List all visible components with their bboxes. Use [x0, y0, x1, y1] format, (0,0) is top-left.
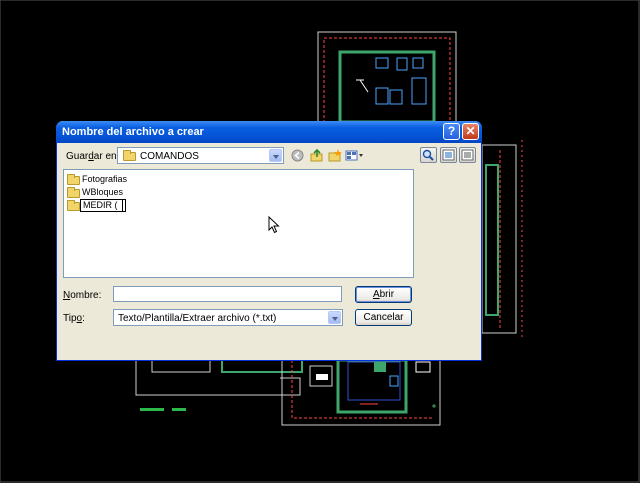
dialog-title-bar[interactable]: Nombre del archivo a crear ? ✕: [56, 121, 482, 143]
cancel-button[interactable]: Cancelar: [355, 309, 412, 326]
folder-icon: [67, 174, 80, 185]
file-type-value: Texto/Plantilla/Extraer archivo (*.txt): [118, 313, 277, 324]
tools-icon[interactable]: [459, 147, 476, 163]
chevron-down-icon[interactable]: [269, 149, 282, 162]
file-name-input[interactable]: [113, 286, 342, 302]
search-icon[interactable]: [420, 147, 437, 163]
folder-name: WBloques: [82, 187, 124, 197]
new-folder-icon[interactable]: [327, 149, 342, 163]
views-icon[interactable]: [345, 149, 365, 163]
up-folder-icon[interactable]: [309, 148, 324, 163]
file-type-combo[interactable]: Texto/Plantilla/Extraer archivo (*.txt): [113, 309, 343, 326]
current-folder: COMANDOS: [140, 151, 199, 162]
save-file-dialog: Nombre del archivo a crear ? ✕ Guardar e…: [56, 121, 482, 361]
file-list[interactable]: Fotografias WBloques MEDIR (: [63, 169, 414, 278]
preview-icon[interactable]: [440, 147, 457, 163]
close-button[interactable]: ✕: [462, 123, 479, 140]
chevron-down-icon[interactable]: [328, 311, 341, 324]
help-button[interactable]: ?: [443, 123, 460, 140]
save-in-combo[interactable]: COMANDOS: [117, 147, 284, 164]
dialog-title: Nombre del archivo a crear: [62, 126, 204, 138]
text-caret: [122, 199, 123, 212]
rename-input[interactable]: MEDIR (: [80, 199, 126, 212]
folder-icon: [67, 200, 80, 211]
folder-icon: [123, 150, 136, 161]
open-button[interactable]: Abrir: [355, 286, 412, 303]
file-type-label: Tipo:: [63, 313, 85, 324]
folder-name: Fotografias: [82, 174, 128, 184]
file-name-label: Nombre:: [63, 290, 102, 301]
back-icon[interactable]: [290, 149, 305, 163]
folder-icon: [67, 187, 80, 198]
save-in-label: Guardar en:: [66, 151, 120, 162]
mouse-cursor-icon: [268, 216, 280, 234]
